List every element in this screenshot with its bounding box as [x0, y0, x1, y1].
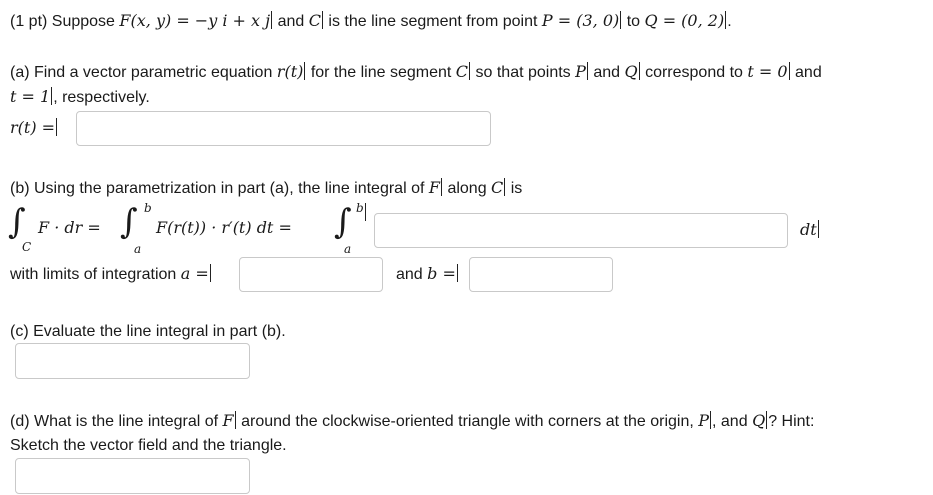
r-of-t-input[interactable]: [76, 111, 491, 146]
part-a-prefix: (a) Find a vector parametric equation: [10, 64, 273, 81]
dt-label: dt: [800, 220, 820, 240]
text-cursor: [586, 62, 588, 80]
part-a-so: so that points: [475, 64, 571, 81]
part-c-question: (c) Evaluate the line integral in part (…: [10, 323, 286, 340]
part-a-and2: and: [795, 64, 822, 81]
part-d-comma-and: , and: [712, 413, 748, 430]
part-a-correspond: correspond to: [645, 64, 743, 81]
curve-symbol: C: [455, 62, 469, 81]
point-p: P = (3, 0): [541, 11, 620, 30]
b-and: and: [396, 266, 423, 283]
vector-field-formula: F(x, y) = −y i + x j: [119, 11, 271, 30]
part-b-along: along: [447, 180, 487, 197]
upper-limit-label: and b =: [396, 264, 459, 285]
text-cursor: [304, 62, 306, 80]
integral-lower-a: a: [134, 242, 142, 256]
text-cursor: [209, 264, 211, 282]
text-cursor: [234, 411, 236, 429]
part-d-prefix: (d) What is the line integral of: [10, 413, 219, 430]
integral-middle: F(r(t)) · r′(t) dt =: [156, 218, 292, 237]
part-d-mid: around the clockwise-oriented triangle w…: [241, 413, 694, 430]
part-b-question: (b) Using the parametrization in part (a…: [10, 178, 522, 199]
part-b-is: is: [510, 180, 523, 197]
integral-lower-a: a: [344, 242, 352, 256]
part-a-question-line2: t = 1, respectively.: [10, 87, 150, 108]
intro-end: .: [727, 13, 732, 30]
intro-to: to: [626, 13, 641, 30]
curve-symbol: C: [491, 178, 504, 197]
lower-limit-input[interactable]: [239, 257, 383, 292]
limits-label: with limits of integration a =: [10, 264, 212, 285]
b-equals-label: b =: [427, 264, 456, 283]
integral-sign-3: ∫: [334, 202, 352, 242]
text-cursor: [365, 203, 366, 221]
line-integral-input[interactable]: [15, 343, 250, 379]
part-a-mid: for the line segment: [310, 64, 452, 81]
part-d-hint: ? Hint:: [768, 413, 815, 430]
integral-lhs: F · dr =: [38, 218, 101, 237]
part-d-question: (d) What is the line integral of F aroun…: [10, 411, 814, 432]
text-cursor: [440, 178, 442, 196]
r-equals-label: r(t) =: [10, 118, 56, 137]
integral-sign-1: ∫: [8, 202, 26, 242]
intro-segment-text: is the line segment from point: [328, 13, 538, 30]
part-b-prefix: (b) Using the parametrization in part (a…: [10, 180, 425, 197]
f-symbol: F: [428, 178, 440, 197]
upper-limit-input[interactable]: [469, 257, 613, 292]
text-cursor: [788, 62, 790, 80]
part-d-hint-line2: Sketch the vector field and the triangle…: [10, 437, 287, 454]
limits-text: with limits of integration: [10, 266, 177, 283]
integral-upper-b: b: [356, 201, 364, 215]
f-symbol: F: [222, 411, 234, 430]
part-a-question: (a) Find a vector parametric equation r(…: [10, 62, 822, 83]
part-a-and: and: [593, 64, 621, 81]
text-cursor: [504, 178, 506, 196]
text-cursor: [469, 62, 471, 80]
text-cursor: [638, 62, 640, 80]
problem-intro: (1 pt) Suppose F(x, y) = −y i + x j and …: [10, 11, 732, 32]
t-one: t = 1: [10, 87, 51, 106]
point-q: Q = (0, 2): [644, 11, 725, 30]
integral-upper-b: b: [144, 201, 152, 215]
intro-prefix: (1 pt) Suppose: [10, 13, 115, 30]
text-cursor: [710, 411, 712, 429]
dt-text: dt: [800, 220, 817, 239]
integrand-input[interactable]: [374, 213, 788, 248]
r-of-t: r(t): [276, 62, 304, 81]
p-symbol: P: [575, 62, 586, 81]
a-equals-label: a =: [180, 264, 209, 283]
text-cursor: [817, 220, 819, 238]
p-symbol: P: [698, 411, 710, 430]
integral-sign-2: ∫: [120, 202, 138, 242]
integral-sub-c: C: [22, 240, 32, 254]
q-symbol: Q: [624, 62, 638, 81]
text-cursor: [56, 118, 58, 136]
text-cursor: [271, 11, 273, 29]
text-cursor: [456, 264, 458, 282]
q-symbol: Q: [752, 411, 766, 430]
intro-and: and: [277, 13, 305, 30]
part-a-respectively: , respectively.: [53, 89, 150, 106]
text-cursor: [620, 11, 622, 29]
curve-symbol: C: [308, 11, 321, 30]
t-zero: t = 0: [747, 62, 788, 81]
part-a-answer-label: r(t) =: [10, 118, 58, 139]
triangle-integral-input[interactable]: [15, 458, 250, 494]
text-cursor: [321, 11, 323, 29]
